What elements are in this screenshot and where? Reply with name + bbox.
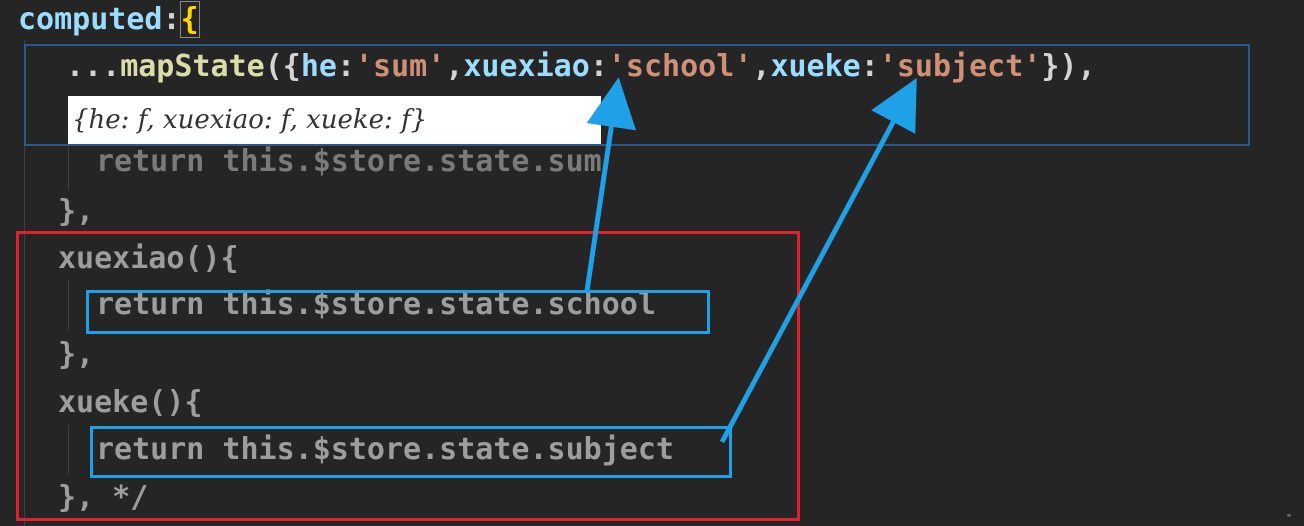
indent-guide	[68, 140, 69, 190]
corner-mark: "	[1285, 513, 1292, 524]
type-hint-tooltip: {he: f, xuexiao: f, xueke: f}	[68, 96, 601, 144]
blue-box-return-school	[86, 290, 710, 334]
blue-box-return-subject	[90, 426, 732, 478]
code-line-return-sum: return this.$store.state.sum	[96, 144, 602, 179]
code-line-computed: computed:{	[18, 0, 200, 40]
matched-brace: {	[179, 1, 200, 38]
code-line-close-sum: },	[58, 194, 95, 229]
computed-key: computed	[18, 2, 163, 37]
colon: :	[162, 2, 181, 37]
